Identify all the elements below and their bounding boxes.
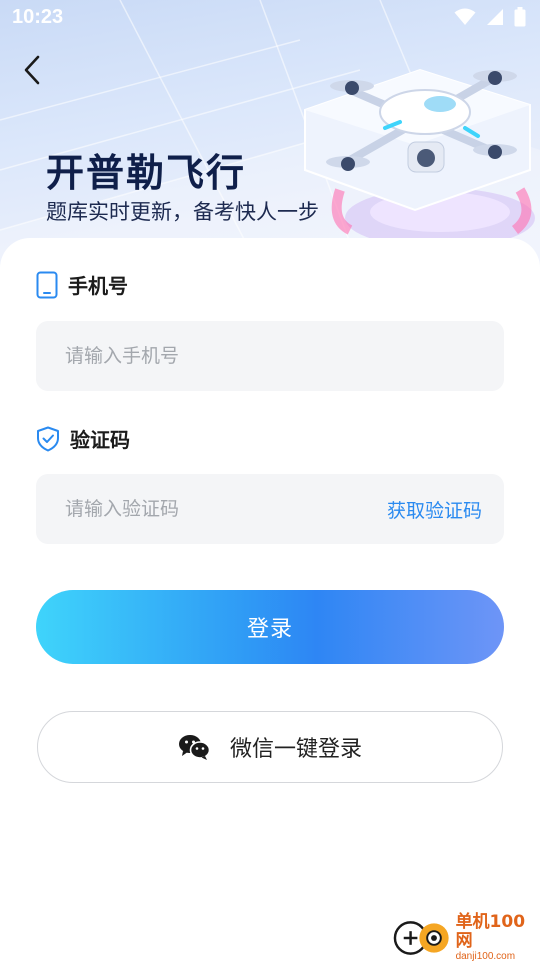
wechat-login-button[interactable]: 微信一键登录 — [37, 711, 503, 783]
signal-icon — [487, 9, 503, 25]
app-title: 开普勒飞行 — [46, 151, 247, 195]
phone-icon — [36, 271, 58, 298]
status-icons — [454, 7, 526, 27]
watermark-en: danji100.com — [455, 951, 516, 962]
hero-banner: 10:23 开普勒飞行 题库实时更新，备考快人一步 — [0, 0, 540, 270]
wechat-icon — [178, 735, 210, 760]
app-subtitle: 题库实时更新，备考快人一步 — [46, 200, 319, 224]
get-code-button[interactable]: 获取验证码 — [387, 496, 482, 523]
login-card: 手机号 验证码 获取验证码 登录 微信一键登录 — [0, 238, 540, 960]
phone-input-box — [36, 321, 504, 391]
watermark-text: 单机100网 danji100.com — [456, 913, 540, 963]
code-input-box: 获取验证码 — [36, 474, 504, 544]
phone-label-text: 手机号 — [68, 274, 128, 298]
status-bar: 10:23 — [0, 0, 540, 36]
code-label-text: 验证码 — [70, 428, 130, 452]
login-button[interactable]: 登录 — [36, 590, 504, 664]
drone-illustration — [304, 68, 535, 248]
phone-input[interactable] — [63, 344, 482, 368]
back-button[interactable] — [16, 52, 50, 88]
shield-check-icon — [37, 426, 59, 451]
phone-label: 手机号 — [36, 270, 128, 299]
chevron-left-icon — [24, 55, 40, 85]
code-input[interactable] — [63, 497, 387, 521]
status-time: 10:23 — [12, 6, 64, 28]
code-label: 验证码 — [36, 424, 130, 453]
watermark-cn: 单机100网 — [455, 912, 526, 951]
watermark: 单机100网 danji100.com — [393, 913, 540, 963]
wifi-icon — [454, 8, 476, 25]
battery-icon — [514, 7, 526, 27]
watermark-logo-icon — [393, 921, 449, 955]
wechat-login-label: 微信一键登录 — [229, 737, 362, 762]
